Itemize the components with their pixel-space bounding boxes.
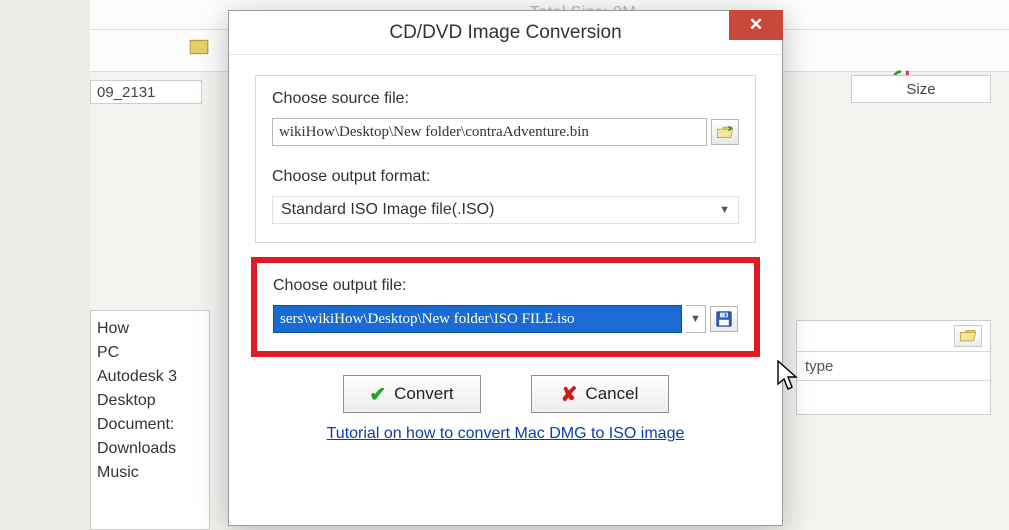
dialog-titlebar: CD/DVD Image Conversion ✕	[229, 11, 782, 55]
tutorial-link[interactable]: Tutorial on how to convert Mac DMG to IS…	[255, 425, 756, 443]
output-file-row: sers\wikiHow\Desktop\New folder\ISO FILE…	[273, 305, 738, 333]
dialog-title: CD/DVD Image Conversion	[389, 22, 621, 44]
bg-file-tab-label: 09_2131	[97, 84, 155, 101]
generic-toolbar-icon	[188, 36, 210, 58]
source-file-value: wikiHow\Desktop\New folder\contraAdventu…	[279, 124, 589, 141]
left-gutter	[0, 0, 90, 530]
bg-type-panel: type	[796, 320, 991, 415]
output-format-select[interactable]: Standard ISO Image file(.ISO) ▼	[272, 196, 739, 224]
save-icon	[716, 311, 732, 327]
bg-size-column-header: Size	[851, 75, 991, 103]
sidebar-item: Music	[97, 461, 203, 485]
x-icon: ✘	[561, 382, 578, 407]
bg-type-header: type	[805, 358, 833, 375]
sidebar-item: PC	[97, 341, 203, 365]
convert-button-label: Convert	[394, 384, 454, 404]
output-file-label: Choose output file:	[273, 277, 738, 295]
bg-sidebar: How PC Autodesk 3 Desktop Document: Down…	[90, 310, 210, 530]
output-format-label: Choose output format:	[272, 168, 739, 186]
checkmark-icon: ✔	[369, 382, 386, 407]
source-file-row: wikiHow\Desktop\New folder\contraAdventu…	[272, 118, 739, 146]
close-button[interactable]: ✕	[729, 10, 783, 40]
close-icon: ✕	[749, 15, 763, 35]
output-file-group-highlighted: Choose output file: sers\wikiHow\Desktop…	[251, 257, 760, 357]
convert-button[interactable]: ✔ Convert	[343, 375, 481, 413]
dialog-body: Choose source file: wikiHow\Desktop\New …	[229, 55, 782, 453]
source-format-group: Choose source file: wikiHow\Desktop\New …	[255, 75, 756, 243]
sidebar-item: Autodesk 3	[97, 365, 203, 389]
size-header-text: Size	[906, 81, 935, 98]
chevron-down-icon: ▼	[719, 204, 730, 216]
bg-file-tab: 09_2131	[90, 80, 202, 104]
cancel-button[interactable]: ✘ Cancel	[531, 375, 669, 413]
source-file-label: Choose source file:	[272, 90, 739, 108]
output-file-value: sers\wikiHow\Desktop\New folder\ISO FILE…	[280, 311, 575, 328]
output-file-input[interactable]: sers\wikiHow\Desktop\New folder\ISO FILE…	[273, 305, 682, 333]
conversion-dialog: CD/DVD Image Conversion ✕ Choose source …	[228, 10, 783, 526]
sidebar-item: Document:	[97, 413, 203, 437]
output-format-value: Standard ISO Image file(.ISO)	[281, 201, 494, 219]
sidebar-item: Downloads	[97, 437, 203, 461]
sidebar-item: How	[97, 317, 203, 341]
browse-source-button[interactable]	[711, 119, 739, 145]
source-file-input[interactable]: wikiHow\Desktop\New folder\contraAdventu…	[272, 118, 707, 146]
save-output-button[interactable]	[710, 306, 738, 332]
bg-type-folder-button[interactable]	[954, 325, 982, 347]
cancel-button-label: Cancel	[585, 384, 638, 404]
dialog-actions: ✔ Convert ✘ Cancel	[255, 375, 756, 413]
sidebar-item: Desktop	[97, 389, 203, 413]
chevron-down-icon: ▼	[690, 313, 701, 325]
output-file-dropdown[interactable]: ▼	[686, 305, 706, 333]
folder-open-icon	[716, 125, 734, 139]
